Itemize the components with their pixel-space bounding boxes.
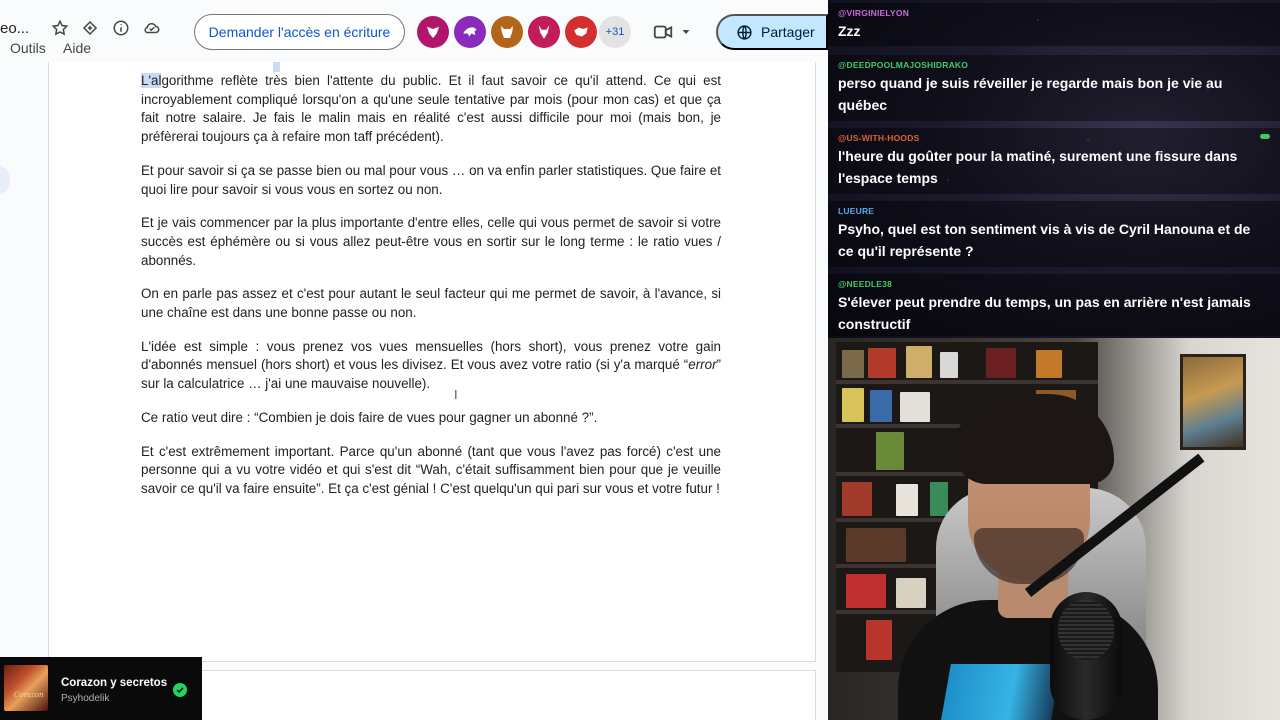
chat-message: @DEEDPOOLMAJOSHIDRAKO perso quand je sui… (828, 55, 1280, 121)
stream-overlay: @VIRGINIELYON Zzz @DEEDPOOLMAJOSHIDRAKO … (828, 0, 1280, 720)
chat-username: @DEEDPOOLMAJOSHIDRAKO (838, 60, 969, 70)
chat-text: Psyho, quel est ton sentiment vis à vis … (838, 221, 1251, 259)
song-title: Corazon y secretos (61, 677, 168, 689)
star-icon[interactable] (50, 18, 70, 38)
paragraph: Et je vais commencer par la plus importa… (141, 215, 721, 268)
chat-text: S'élever peut prendre du temps, un pas e… (838, 294, 1251, 332)
document-body[interactable]: L'algorithme reflète très bien l'attente… (141, 72, 721, 514)
meet-button[interactable] (652, 20, 698, 44)
document-canvas: L'algorithme reflète très bien l'attente… (0, 62, 828, 720)
now-playing-toast[interactable]: Corazon Corazon y secretos Psyhodelik (0, 657, 202, 720)
request-edit-access-button[interactable]: Demander l'accès en écriture (194, 14, 405, 50)
wall-painting (1180, 354, 1246, 450)
chat-username: LUEURE (838, 206, 875, 216)
globe-icon (737, 24, 752, 40)
collaborator-avatar[interactable] (528, 16, 560, 48)
chat-username: @VIRGINIELYON (838, 8, 910, 18)
collaborator-avatar[interactable] (491, 16, 523, 48)
album-art: Corazon (4, 665, 48, 711)
collaborator-avatars (417, 16, 597, 48)
check-icon (173, 683, 187, 697)
chat-message: LUEURE Psyho, quel est ton sentiment vis… (828, 201, 1280, 267)
collaborator-avatar[interactable] (454, 16, 486, 48)
chevron-down-icon (682, 30, 690, 34)
microphone (1050, 592, 1122, 720)
chat-username: @NEEDLE38 (838, 279, 893, 289)
chat-message: @NEEDLE38 S'élever peut prendre du temps… (828, 274, 1280, 336)
artist-name: Psyhodelik (61, 693, 110, 704)
chat-message: @US-WITH-HOODS l'heure du goûter pour la… (828, 128, 1280, 194)
document-title[interactable]: eo... (0, 20, 29, 37)
status-badge (1260, 134, 1270, 139)
collaborator-avatar[interactable] (565, 16, 597, 48)
chat-message: @VIRGINIELYON Zzz (828, 3, 1280, 46)
webcam-feed (828, 338, 1280, 720)
text-cursor-marker (273, 62, 280, 72)
paragraph: L'algorithme reflète très bien l'attente… (141, 73, 721, 145)
paragraph: On en parle pas assez et c'est pour auta… (141, 286, 721, 321)
menu-help[interactable]: Aide (63, 40, 91, 56)
collaborator-avatar[interactable] (417, 16, 449, 48)
chat-username: @US-WITH-HOODS (838, 133, 920, 143)
chat-text: perso quand je suis réveiller je regarde… (838, 75, 1223, 113)
info-icon[interactable] (111, 18, 131, 38)
mouse-ibeam-cursor: I (454, 387, 458, 402)
video-camera-icon (653, 25, 673, 39)
paragraph: Ce ratio veut dire : “Combien je dois fa… (141, 409, 598, 425)
share-button[interactable]: Partager (716, 14, 828, 50)
selected-text: L'al (141, 73, 162, 88)
paragraph: Et c'est extrêmement important. Parce qu… (141, 443, 721, 496)
move-to-drive-icon[interactable] (80, 18, 100, 38)
cloud-status-icon[interactable] (142, 18, 162, 38)
google-docs-window: eo... Outils Aide Demander l'accès en éc… (0, 0, 828, 720)
chat-text: l'heure du goûter pour la matiné, sureme… (838, 148, 1238, 186)
paragraph: Et pour savoir si ça se passe bien ou ma… (141, 162, 721, 197)
chat-panel: @VIRGINIELYON Zzz @DEEDPOOLMAJOSHIDRAKO … (828, 0, 1280, 338)
paragraph: L'idée est simple : vous prenez vos vues… (141, 338, 721, 392)
share-label: Partager (761, 24, 815, 40)
outline-toggle[interactable] (0, 164, 10, 196)
more-collaborators-count[interactable]: +31 (599, 16, 631, 48)
menu-tools[interactable]: Outils (10, 40, 46, 56)
chat-text: Zzz (838, 23, 861, 39)
docs-toolbar: eo... Outils Aide Demander l'accès en éc… (0, 0, 828, 62)
